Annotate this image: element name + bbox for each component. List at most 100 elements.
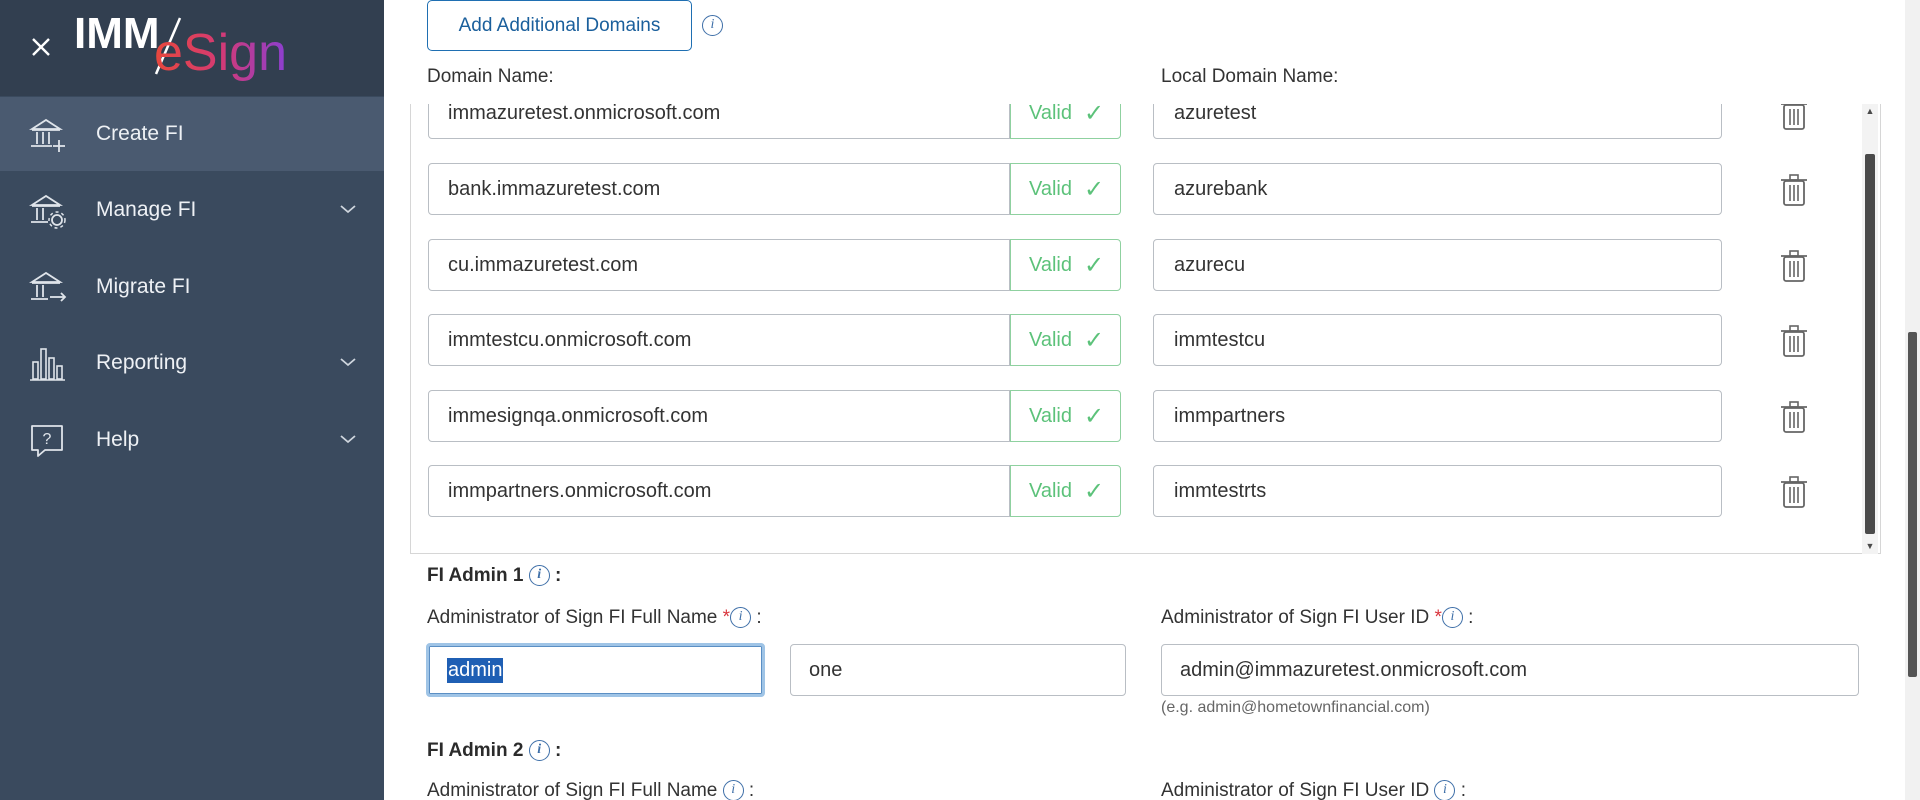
valid-badge: Valid ✓ — [1010, 163, 1121, 215]
domain-list-scroll-thumb[interactable] — [1865, 154, 1875, 534]
trash-icon[interactable] — [1780, 475, 1808, 509]
svg-text:eSign: eSign — [154, 24, 287, 82]
admin2-user-id-label-text: Administrator of Sign FI User ID — [1161, 780, 1430, 800]
trash-icon[interactable] — [1780, 104, 1808, 131]
domain-list: immazuretest.onmicrosoft.com Valid ✓ azur… — [410, 104, 1881, 554]
checkmark-icon: ✓ — [1084, 402, 1105, 430]
local-domain-field[interactable]: immpartners — [1153, 390, 1722, 442]
domain-row: cu.immazuretest.com Valid ✓ azurecu — [411, 239, 1880, 291]
sidebar-item-label: Reporting — [96, 351, 188, 374]
domain-name-field[interactable]: cu.immazuretest.com — [428, 239, 1010, 291]
domain-list-scrollbar[interactable]: ▲ ▼ — [1862, 104, 1878, 554]
trash-icon[interactable] — [1780, 324, 1808, 358]
local-domain-field[interactable]: immtestrts — [1153, 465, 1722, 517]
fi-admin-2-title-text: FI Admin 2 — [427, 740, 524, 761]
sidebar-item-label: Migrate FI — [96, 275, 191, 298]
checkmark-icon: ✓ — [1084, 326, 1105, 354]
domain-row: bank.immazuretest.com Valid ✓ azurebank — [411, 163, 1880, 215]
local-domain-field[interactable]: immtestcu — [1153, 314, 1722, 366]
scroll-down-icon[interactable]: ▼ — [1865, 541, 1875, 551]
admin1-full-name-label: Administrator of Sign FI Full Name * i : — [427, 607, 762, 629]
info-icon[interactable]: i — [528, 565, 550, 587]
valid-text: Valid — [1029, 404, 1072, 427]
domain-row: immpartners.onmicrosoft.com Valid ✓ immte… — [411, 465, 1880, 517]
sidebar-item-help[interactable]: ? Help — [0, 403, 384, 477]
admin2-user-id-label: Administrator of Sign FI User ID i : — [1161, 780, 1467, 800]
checkmark-icon: ✓ — [1084, 175, 1105, 203]
admin1-first-name-field[interactable]: admin — [426, 643, 765, 697]
admin2-full-name-label: Administrator of Sign FI Full Name i : — [427, 780, 755, 800]
checkmark-icon: ✓ — [1084, 477, 1105, 505]
info-icon[interactable]: i — [702, 15, 723, 36]
sidebar: IMM eSign Create FI Manage FI Migrate FI… — [0, 0, 384, 800]
domain-name-field[interactable]: immpartners.onmicrosoft.com — [428, 465, 1010, 517]
trash-icon[interactable] — [1780, 249, 1808, 283]
sidebar-item-create-fi[interactable]: Create FI — [0, 97, 384, 171]
local-domain-field[interactable]: azurecu — [1153, 239, 1722, 291]
admin1-user-id-field[interactable]: admin@immazuretest.onmicrosoft.com — [1161, 644, 1859, 696]
valid-text: Valid — [1029, 177, 1072, 200]
valid-text: Valid — [1029, 253, 1072, 276]
close-icon[interactable] — [28, 34, 54, 60]
admin1-last-name-field[interactable]: one — [790, 644, 1126, 696]
domain-row: immtestcu.onmicrosoft.com Valid ✓ immtest… — [411, 314, 1880, 366]
admin1-full-name-label-text: Administrator of Sign FI Full Name — [427, 607, 718, 628]
local-domain-field[interactable]: azurebank — [1153, 163, 1722, 215]
sidebar-item-label: Manage FI — [96, 198, 197, 221]
valid-badge: Valid ✓ — [1010, 390, 1121, 442]
admin2-full-name-label-text: Administrator of Sign FI Full Name — [427, 780, 718, 800]
sidebar-item-label: Help — [96, 428, 140, 451]
checkmark-icon: ✓ — [1084, 104, 1105, 127]
info-icon[interactable]: i — [528, 740, 550, 762]
local-domain-field[interactable]: azuretest — [1153, 104, 1722, 139]
admin1-user-id-label: Administrator of Sign FI User ID * i : — [1161, 607, 1474, 629]
imm-esign-logo: IMM eSign — [74, 9, 287, 82]
info-icon[interactable]: i — [1434, 780, 1456, 800]
add-additional-domains-button[interactable]: Add Additional Domains — [427, 0, 692, 51]
brand-header: IMM eSign — [0, 0, 384, 96]
required-asterisk: * — [1434, 607, 1442, 628]
domain-name-field[interactable]: bank.immazuretest.com — [428, 163, 1010, 215]
checkmark-icon: ✓ — [1084, 251, 1105, 279]
domain-name-field[interactable]: immesignqa.onmicrosoft.com — [428, 390, 1010, 442]
fi-admin-2-title: FI Admin 2 i : — [427, 740, 562, 762]
bank-add-icon — [28, 118, 65, 152]
info-icon[interactable]: i — [722, 780, 744, 800]
required-asterisk: * — [722, 607, 731, 628]
trash-icon[interactable] — [1780, 173, 1808, 207]
domain-name-field[interactable]: immazuretest.onmicrosoft.com — [428, 104, 1010, 139]
local-domain-name-label: Local Domain Name: — [1161, 66, 1339, 87]
help-bubble-icon: ? — [31, 425, 63, 457]
valid-badge: Valid ✓ — [1010, 314, 1121, 366]
chevron-down-icon — [340, 435, 356, 444]
scroll-up-icon[interactable]: ▲ — [1865, 106, 1875, 116]
main-content: Add Additional Domains i Domain Name: Lo… — [384, 0, 1881, 800]
valid-text: Valid — [1029, 328, 1072, 351]
page-scroll-thumb[interactable] — [1908, 332, 1917, 677]
info-icon[interactable]: i — [730, 607, 752, 629]
valid-badge: Valid ✓ — [1010, 104, 1121, 139]
bank-gear-icon — [28, 194, 66, 229]
svg-text:?: ? — [43, 431, 52, 448]
info-icon[interactable]: i — [1441, 607, 1463, 629]
sidebar-item-migrate-fi[interactable]: Migrate FI — [0, 250, 384, 324]
domain-row: immazuretest.onmicrosoft.com Valid ✓ azur… — [411, 104, 1880, 139]
chevron-down-icon — [340, 205, 356, 214]
valid-text: Valid — [1029, 104, 1072, 124]
selected-text: admin — [447, 657, 504, 683]
page-scrollbar[interactable] — [1905, 0, 1920, 800]
domain-name-field[interactable]: immtestcu.onmicrosoft.com — [428, 314, 1010, 366]
trash-icon[interactable] — [1780, 400, 1808, 434]
sidebar-item-manage-fi[interactable]: Manage FI — [0, 173, 384, 247]
fi-admin-1-title: FI Admin 1 i : — [427, 565, 562, 587]
bar-chart-icon — [30, 348, 65, 381]
bank-arrow-icon — [28, 271, 67, 302]
domain-name-label: Domain Name: — [427, 66, 554, 87]
valid-badge: Valid ✓ — [1010, 465, 1121, 517]
domain-row: immesignqa.onmicrosoft.com Valid ✓ immpar… — [411, 390, 1880, 442]
svg-text:IMM: IMM — [74, 9, 160, 58]
chevron-down-icon — [340, 358, 356, 367]
admin1-user-id-hint: (e.g. admin@hometownfinancial.com) — [1161, 699, 1430, 716]
sidebar-item-reporting[interactable]: Reporting — [0, 326, 384, 400]
valid-badge: Valid ✓ — [1010, 239, 1121, 291]
